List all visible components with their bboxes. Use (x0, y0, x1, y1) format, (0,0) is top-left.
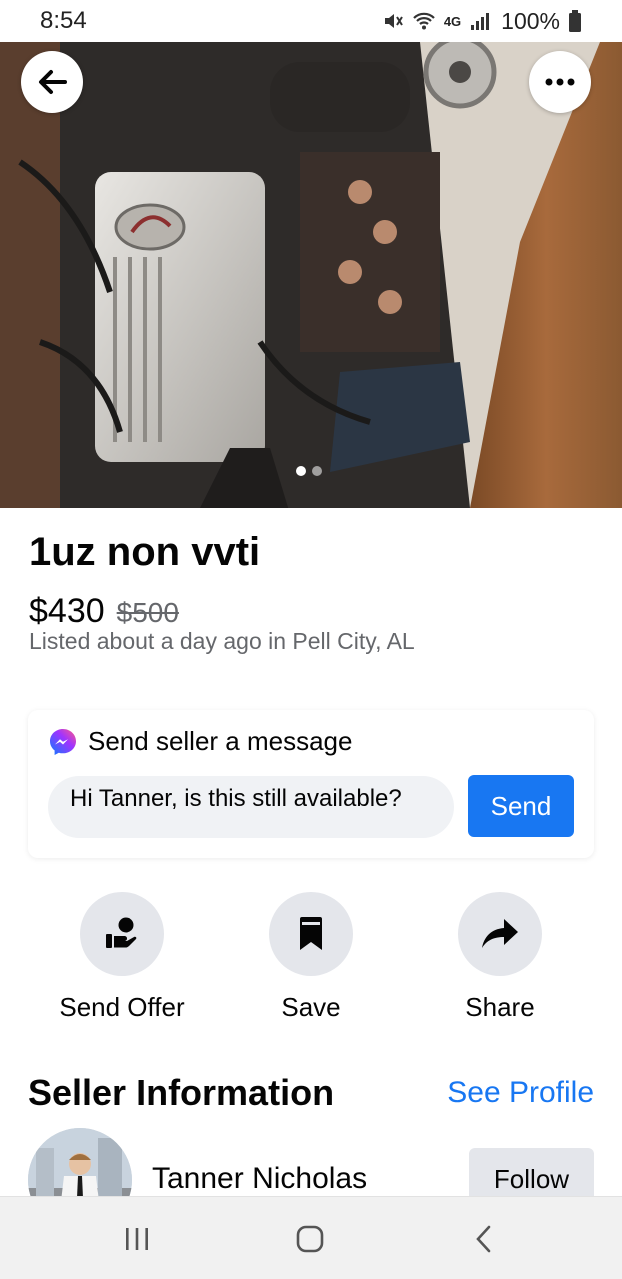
pagination-dot[interactable] (312, 466, 322, 476)
price-row: $430 $500 (29, 592, 179, 631)
more-dots-icon (545, 78, 575, 86)
recent-apps-icon (126, 1228, 148, 1250)
original-price: $500 (116, 597, 179, 628)
save-button[interactable]: Save (231, 892, 391, 1023)
listing-title: 1uz non vvti (29, 530, 261, 574)
listing-photo[interactable] (0, 42, 622, 508)
back-arrow-icon (39, 70, 67, 94)
offer-hand-icon (106, 917, 137, 948)
share-arrow-icon (482, 919, 518, 948)
engine-photo (0, 42, 622, 508)
see-profile-link[interactable]: See Profile (447, 1076, 594, 1110)
system-back-button[interactable] (464, 1219, 504, 1259)
share-circle[interactable] (458, 892, 542, 976)
status-time: 8:54 (40, 7, 87, 34)
network-type: 4G (443, 13, 462, 29)
message-card: Send seller a message Hi Tanner, is this… (28, 710, 594, 858)
home-button[interactable] (290, 1219, 330, 1259)
mute-icon (382, 10, 404, 32)
status-bar: 8:54 4G 100% (0, 0, 622, 42)
pagination-dot-active[interactable] (296, 466, 306, 476)
send-offer-label: Send Offer (59, 992, 185, 1022)
photo-pagination (296, 466, 322, 476)
send-offer-button[interactable]: Send Offer (42, 892, 202, 1023)
more-options-button[interactable] (529, 51, 591, 113)
listing-meta: Listed about a day ago in Pell City, AL (29, 628, 415, 654)
seller-section-title: Seller Information (28, 1072, 335, 1113)
messenger-icon (50, 728, 76, 755)
message-header: Send seller a message (48, 726, 352, 757)
battery-level: 100% (501, 7, 560, 34)
chevron-left-icon (476, 1225, 491, 1253)
save-circle[interactable] (269, 892, 353, 976)
listing-actions: Send Offer Save Share (0, 892, 622, 1022)
recent-apps-button[interactable] (117, 1219, 157, 1259)
system-nav-bar (0, 1196, 622, 1279)
save-label: Save (281, 992, 341, 1022)
share-button[interactable]: Share (420, 892, 580, 1023)
bookmark-icon (300, 917, 322, 950)
signal-icon (469, 11, 493, 31)
message-heading: Send seller a message (88, 726, 353, 756)
status-icons: 4G 100% (382, 8, 582, 35)
send-message-button[interactable]: Send (468, 775, 574, 837)
listing-price: $430 (29, 592, 105, 630)
back-button[interactable] (21, 51, 83, 113)
home-icon (296, 1225, 324, 1253)
wifi-icon (412, 10, 436, 32)
message-input[interactable]: Hi Tanner, is this still available? (48, 776, 454, 838)
battery-icon (568, 10, 582, 32)
seller-name[interactable]: Tanner Nicholas (152, 1162, 367, 1196)
send-offer-circle[interactable] (80, 892, 164, 976)
share-label: Share (465, 992, 535, 1022)
